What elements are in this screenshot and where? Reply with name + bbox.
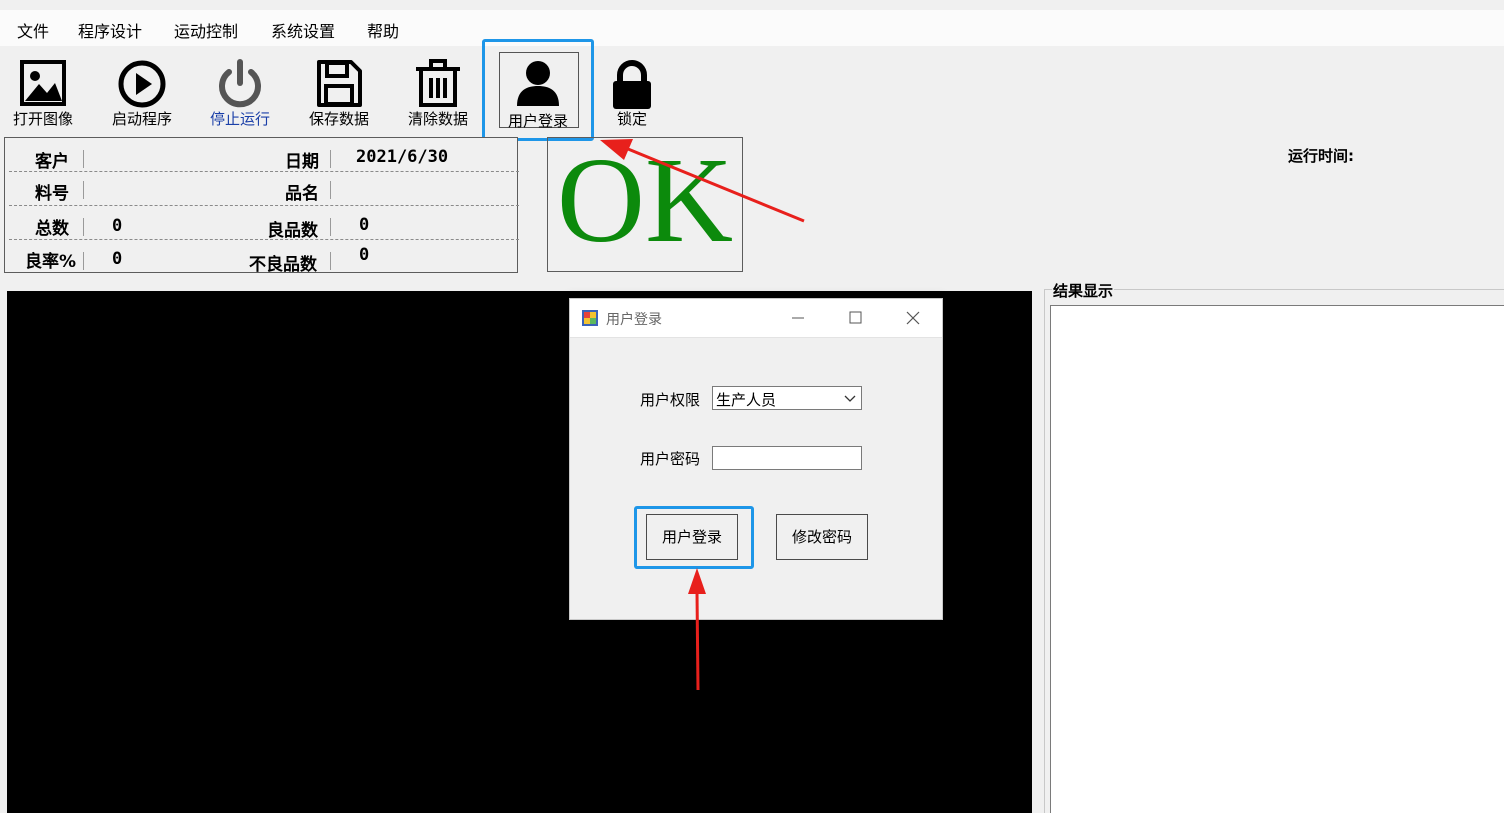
menu-bar: 文件 程序设计 运动控制 系统设置 帮助: [0, 10, 1504, 46]
role-select[interactable]: 生产人员: [712, 386, 862, 410]
user-icon: [517, 61, 559, 106]
clear-data-label: 清除数据: [407, 110, 468, 128]
yield-rate-label: 良率%: [25, 252, 77, 272]
runtime-label: 运行时间:: [1288, 147, 1354, 165]
minimize-icon[interactable]: [786, 307, 810, 329]
defect-count-label: 不良品数: [249, 255, 317, 275]
open-image-button[interactable]: 打开图像: [1, 52, 85, 132]
password-input[interactable]: [712, 446, 862, 470]
save-data-button[interactable]: 保存数据: [297, 52, 381, 132]
user-login-label: 用户登录: [507, 112, 568, 130]
menu-motion-control[interactable]: 运动控制: [174, 18, 238, 42]
login-dialog: 用户登录 用户权限 生产人员 用户密码 用户登录 修改密码: [569, 298, 943, 620]
date-label: 日期: [285, 152, 319, 172]
open-image-label: 打开图像: [12, 110, 73, 128]
start-program-label: 启动程序: [111, 110, 172, 128]
total-value: 0: [112, 216, 123, 236]
total-label: 总数: [35, 219, 69, 239]
stop-run-button[interactable]: 停止运行: [198, 52, 282, 132]
production-info-panel: 客户 日期 2021/6/30 料号 品名 总数 0 良品数 0 良率% 0 不…: [4, 137, 519, 275]
good-count-label: 良品数: [267, 221, 318, 241]
info-row-customer: 客户 日期 2021/6/30: [9, 138, 519, 172]
change-password-button[interactable]: 修改密码: [776, 514, 868, 560]
yield-rate-value: 0: [112, 249, 123, 269]
role-select-value: 生产人员: [716, 391, 777, 409]
user-login-button[interactable]: 用户登录: [482, 39, 594, 141]
lock-button[interactable]: 锁定: [590, 52, 674, 132]
results-legend: 结果显示: [1052, 280, 1115, 301]
power-icon: [219, 59, 261, 108]
dialog-titlebar[interactable]: 用户登录: [570, 299, 942, 338]
results-group-border-left: [1044, 289, 1045, 813]
lock-icon: [613, 60, 651, 109]
results-textbox[interactable]: [1050, 305, 1504, 813]
maximize-icon[interactable]: [843, 307, 867, 329]
ok-status-box: OK: [547, 137, 743, 272]
menu-help[interactable]: 帮助: [367, 18, 399, 42]
login-button[interactable]: 用户登录: [646, 514, 738, 560]
product-name-label: 品名: [285, 184, 319, 204]
image-icon: [20, 60, 66, 106]
ok-status-text: OK: [556, 133, 734, 268]
stop-run-label: 停止运行: [209, 110, 270, 128]
play-icon: [118, 60, 166, 108]
save-data-label: 保存数据: [308, 110, 369, 128]
info-row-rate: 良率% 0 不良品数 0: [9, 240, 519, 275]
app-window-icon: [582, 310, 598, 326]
defect-count-value: 0: [359, 245, 370, 265]
dialog-title: 用户登录: [606, 312, 662, 328]
clear-data-button[interactable]: 清除数据: [396, 52, 480, 132]
good-count-value: 0: [359, 215, 370, 235]
trash-icon: [416, 59, 460, 107]
start-program-button[interactable]: 启动程序: [100, 52, 184, 132]
info-row-part: 料号 品名: [9, 172, 519, 206]
customer-label: 客户: [35, 152, 69, 172]
password-label: 用户密码: [640, 450, 701, 468]
menu-system-settings[interactable]: 系统设置: [271, 18, 335, 42]
chevron-down-icon[interactable]: [841, 389, 859, 407]
date-value: 2021/6/30: [356, 147, 449, 167]
menu-program-design[interactable]: 程序设计: [78, 18, 142, 42]
info-row-total: 总数 0 良品数 0: [9, 206, 519, 241]
close-icon[interactable]: [901, 307, 925, 329]
menu-file[interactable]: 文件: [17, 18, 49, 42]
role-label: 用户权限: [640, 391, 701, 409]
save-icon: [317, 60, 362, 107]
part-number-label: 料号: [35, 184, 69, 204]
lock-label: 锁定: [616, 110, 647, 128]
